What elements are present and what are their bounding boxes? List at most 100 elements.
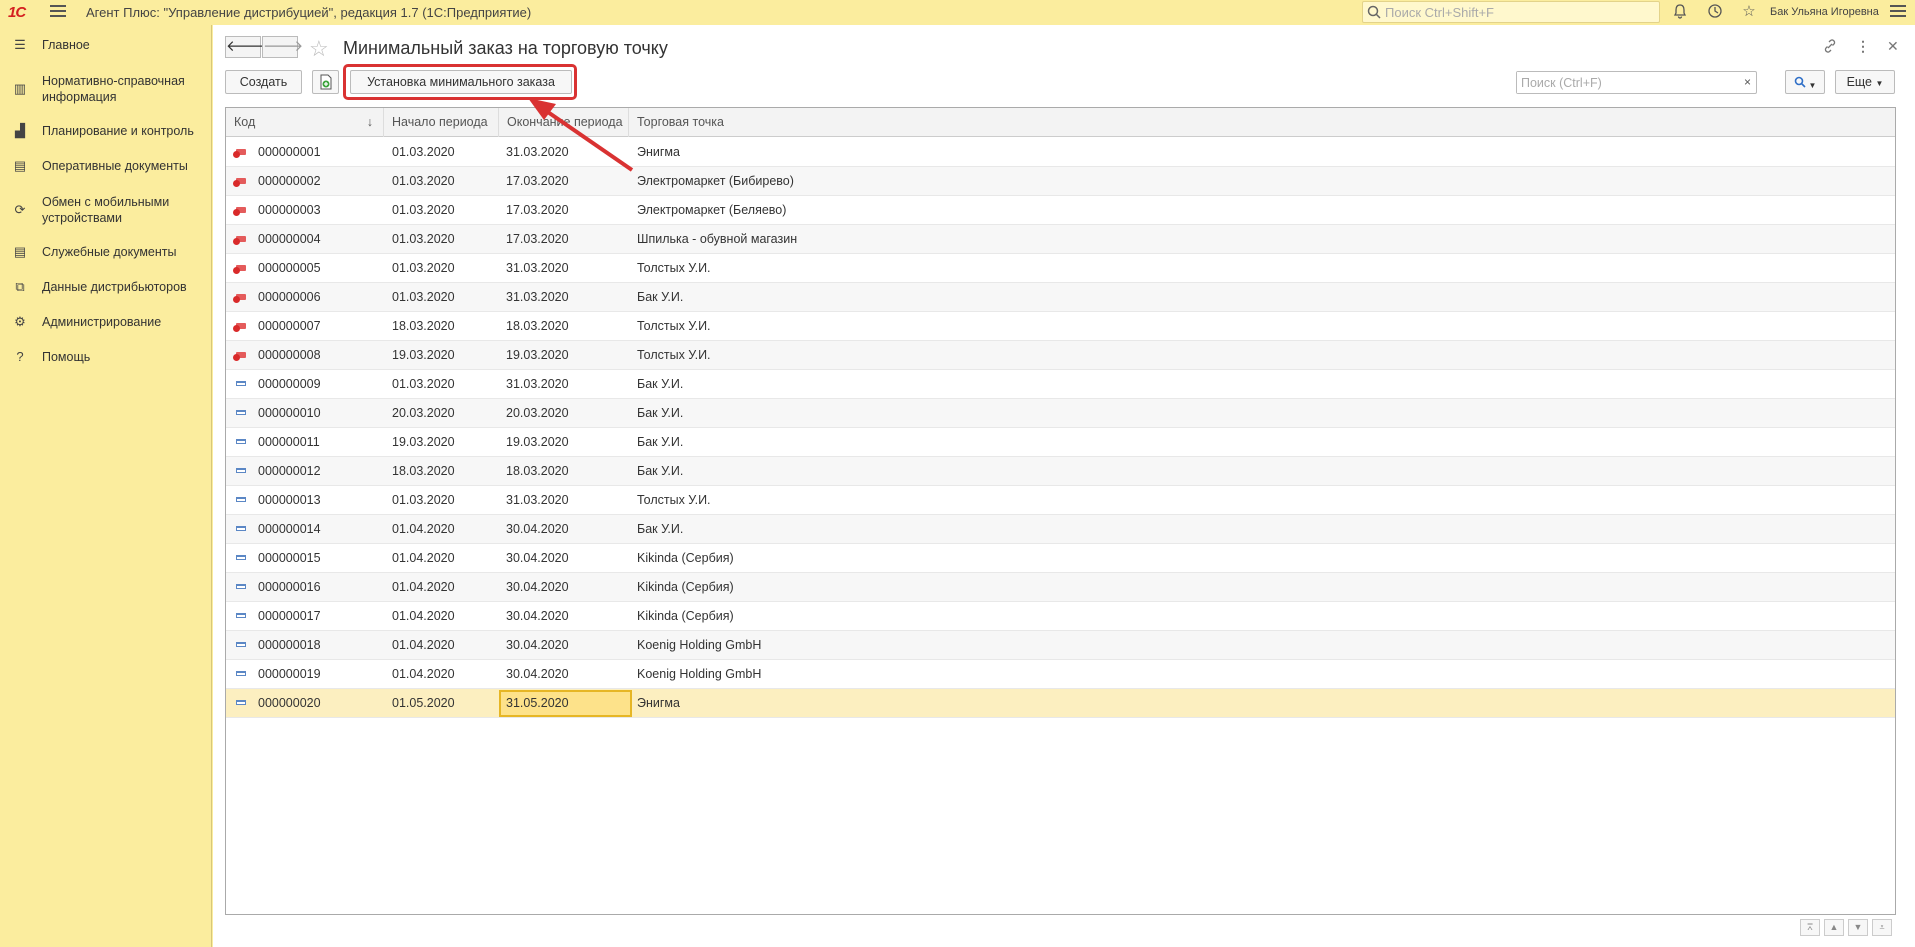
cell-start: 01.04.2020: [392, 609, 455, 623]
table-row[interactable]: 000000012 18.03.2020 18.03.2020 Бак У.И.: [226, 457, 1895, 486]
data-table[interactable]: Код ↓ Начало периода Окончание периода Т…: [225, 107, 1896, 915]
history-icon[interactable]: [1706, 3, 1724, 21]
table-row[interactable]: 000000011 19.03.2020 19.03.2020 Бак У.И.: [226, 428, 1895, 457]
global-search-input[interactable]: [1385, 4, 1645, 20]
cell-code: 000000013: [258, 493, 321, 507]
cell-start: 01.04.2020: [392, 522, 455, 536]
cell-start: 19.03.2020: [392, 348, 455, 362]
forward-button[interactable]: 🡒: [262, 36, 303, 58]
cell-outlet: Бак У.И.: [637, 522, 684, 536]
sidebar-item-planning[interactable]: ▟ Планирование и контроль: [0, 123, 212, 143]
cell-outlet: Бак У.И.: [637, 406, 684, 420]
table-row[interactable]: 000000015 01.04.2020 30.04.2020 Kikinda (Се…: [226, 544, 1895, 573]
bell-icon[interactable]: [1671, 3, 1689, 21]
item-icon: [236, 613, 246, 618]
table-row[interactable]: 000000006 01.03.2020 31.03.2020 Бак У.И.: [226, 283, 1895, 312]
deleted-item-icon: [233, 149, 246, 158]
user-name[interactable]: Бак Ульяна Игоревна: [1770, 6, 1879, 18]
table-row[interactable]: 000000004 01.03.2020 17.03.2020 Шпилька - о…: [226, 225, 1895, 254]
cell-outlet: Электромаркет (Беляево): [637, 203, 787, 217]
cell-end: 31.03.2020: [506, 377, 569, 391]
cell-start: 01.03.2020: [392, 145, 455, 159]
settings-menu-icon[interactable]: [1890, 5, 1906, 19]
cell-outlet: Толстых У.И.: [637, 348, 711, 362]
column-header-outlet[interactable]: Торговая точка: [629, 108, 1895, 137]
cell-start: 18.03.2020: [392, 319, 455, 333]
scroll-down-button[interactable]: ▼: [1848, 919, 1868, 936]
table-row[interactable]: 000000008 19.03.2020 19.03.2020 Толстых У.И…: [226, 341, 1895, 370]
cell-outlet: Толстых У.И.: [637, 261, 711, 275]
cell-outlet: Бак У.И.: [637, 290, 684, 304]
more-button[interactable]: Еще ▼: [1835, 70, 1895, 94]
favorites-star-icon[interactable]: ☆: [1740, 3, 1758, 21]
back-button[interactable]: 🡐: [225, 36, 266, 58]
sidebar-item-service-docs[interactable]: ▤ Служебные документы: [0, 244, 212, 264]
table-row[interactable]: 000000010 20.03.2020 20.03.2020 Бак У.И.: [226, 399, 1895, 428]
table-row[interactable]: 000000002 01.03.2020 17.03.2020 Электромарк…: [226, 167, 1895, 196]
cell-outlet: Толстых У.И.: [637, 493, 711, 507]
cell-end: 30.04.2020: [506, 522, 569, 536]
column-header-code[interactable]: Код ↓: [226, 108, 384, 137]
cell-code: 000000009: [258, 377, 321, 391]
form-title: Минимальный заказ на торговую точку: [343, 38, 668, 58]
list-search-input[interactable]: [1517, 72, 1737, 93]
table-row[interactable]: 000000003 01.03.2020 17.03.2020 Электромарк…: [226, 196, 1895, 225]
sidebar-item-mobile-exchange[interactable]: ⟳ Обмен с мобильными устройствами: [0, 194, 212, 228]
cell-end: 31.03.2020: [506, 261, 569, 275]
sidebar-item-main[interactable]: ☰ Главное: [0, 37, 212, 57]
cell-start: 01.03.2020: [392, 261, 455, 275]
table-row[interactable]: 000000020 01.05.2020 31.05.2020 Энигма: [226, 689, 1895, 718]
sidebar-item-help[interactable]: ? Помощь: [0, 349, 212, 369]
table-row[interactable]: 000000016 01.04.2020 30.04.2020 Kikinda (Се…: [226, 573, 1895, 602]
cell-start: 19.03.2020: [392, 435, 455, 449]
scroll-top-button[interactable]: ⩞: [1800, 919, 1820, 936]
cell-code: 000000012: [258, 464, 321, 478]
main-menu-icon[interactable]: [50, 5, 66, 19]
cell-start: 01.03.2020: [392, 377, 455, 391]
create-button[interactable]: Создать: [225, 70, 302, 94]
sidebar-item-operations[interactable]: ▤ Оперативные документы: [0, 158, 212, 178]
list-search[interactable]: ×: [1516, 71, 1757, 94]
sidebar-item-reference[interactable]: ▥ Нормативно-справочная информация: [0, 73, 212, 107]
item-icon: [236, 468, 246, 473]
link-icon[interactable]: [1822, 38, 1838, 57]
more-vertical-icon[interactable]: ⋮: [1856, 38, 1870, 55]
cell-outlet: Энигма: [637, 696, 680, 710]
cell-outlet: Бак У.И.: [637, 464, 684, 478]
global-search[interactable]: [1362, 1, 1660, 23]
favorite-star-icon[interactable]: ☆: [309, 36, 329, 62]
copy-button[interactable]: [312, 70, 339, 94]
deleted-item-icon: [233, 294, 246, 303]
cell-outlet: Koenig Holding GmbH: [637, 638, 762, 652]
close-icon[interactable]: ✕: [1887, 38, 1899, 55]
table-row[interactable]: 000000005 01.03.2020 31.03.2020 Толстых У.И…: [226, 254, 1895, 283]
table-row[interactable]: 000000013 01.03.2020 31.03.2020 Толстых У.И…: [226, 486, 1895, 515]
table-row[interactable]: 000000001 01.03.2020 31.03.2020 Энигма: [226, 138, 1895, 167]
search-icon: [1367, 5, 1381, 19]
cell-end: 30.04.2020: [506, 667, 569, 681]
table-row[interactable]: 000000014 01.04.2020 30.04.2020 Бак У.И.: [226, 515, 1895, 544]
column-header-end[interactable]: Окончание периода: [499, 108, 629, 137]
cell-start: 18.03.2020: [392, 464, 455, 478]
cell-end: 17.03.2020: [506, 203, 569, 217]
chevron-down-icon: ▼: [1875, 79, 1884, 88]
table-row[interactable]: 000000009 01.03.2020 31.03.2020 Бак У.И.: [226, 370, 1895, 399]
cell-start: 01.03.2020: [392, 493, 455, 507]
cell-start: 01.04.2020: [392, 551, 455, 565]
cell-start: 01.04.2020: [392, 638, 455, 652]
clear-search-button[interactable]: ×: [1744, 75, 1751, 89]
table-row[interactable]: 000000017 01.04.2020 30.04.2020 Kikinda (Се…: [226, 602, 1895, 631]
table-row[interactable]: 000000019 01.04.2020 30.04.2020 Koenig Hold…: [226, 660, 1895, 689]
sidebar-item-label: Нормативно-справочная информация: [42, 74, 185, 104]
column-header-start[interactable]: Начало периода: [384, 108, 499, 137]
scroll-bottom-button[interactable]: ⩡: [1872, 919, 1892, 936]
sidebar-item-administration[interactable]: ⚙ Администрирование: [0, 314, 212, 334]
menu-icon: ☰: [14, 37, 26, 52]
table-row[interactable]: 000000007 18.03.2020 18.03.2020 Толстых У.И…: [226, 312, 1895, 341]
cell-end: 19.03.2020: [506, 435, 569, 449]
sidebar-item-distributor-data[interactable]: ⧉ Данные дистрибьюторов: [0, 279, 212, 299]
cell-code: 000000005: [258, 261, 321, 275]
search-options-button[interactable]: ▼: [1785, 70, 1825, 94]
table-row[interactable]: 000000018 01.04.2020 30.04.2020 Koenig Hold…: [226, 631, 1895, 660]
scroll-up-button[interactable]: ▲: [1824, 919, 1844, 936]
